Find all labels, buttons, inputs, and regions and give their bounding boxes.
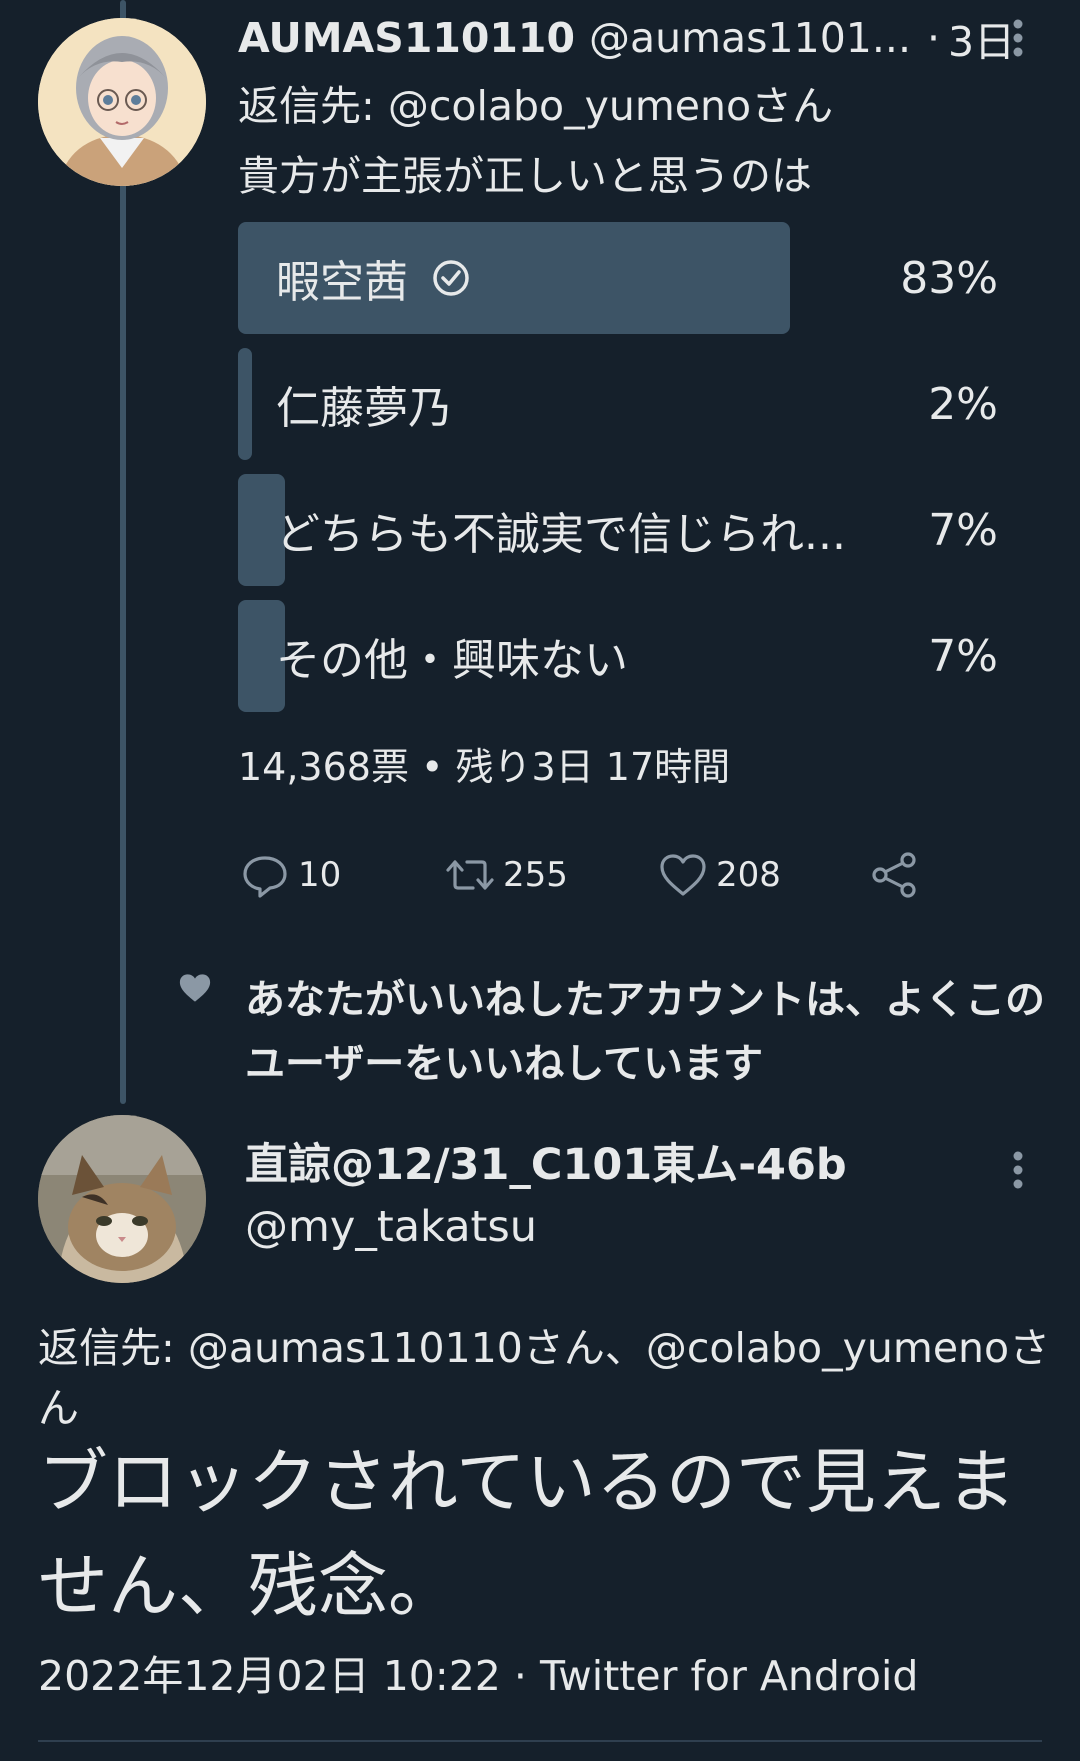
display-name[interactable]: 直諒@12/31_C101東ム-46b bbox=[245, 1130, 847, 1192]
retweet-count: 255 bbox=[503, 855, 568, 895]
separator: · bbox=[513, 1652, 527, 1700]
reply-to[interactable]: 返信先: @aumas110110さん、@colabo_yumenoさん bbox=[38, 1318, 1058, 1438]
reply-icon bbox=[243, 856, 287, 898]
more-options-button[interactable] bbox=[998, 1140, 1038, 1200]
like-button[interactable]: 208 bbox=[658, 845, 781, 905]
share-icon bbox=[872, 852, 916, 898]
more-options-button[interactable] bbox=[998, 8, 1038, 68]
retweet-icon bbox=[446, 860, 494, 890]
tweet-text: ブロックされているので見えません、残念。 bbox=[38, 1441, 1016, 1627]
poll-option-label: その他・興味ない bbox=[276, 635, 628, 686]
separator: · bbox=[926, 14, 941, 62]
share-button[interactable] bbox=[870, 845, 928, 905]
source-app: Twitter for Android bbox=[540, 1652, 919, 1700]
check-circle-icon bbox=[433, 260, 469, 296]
action-bar: 10 255 208 bbox=[240, 845, 940, 905]
heart-icon bbox=[177, 970, 213, 1006]
tweet-text: 貴方が主張が正しいと思うのは bbox=[238, 152, 812, 200]
user-handle[interactable]: @aumas1101... bbox=[589, 14, 911, 62]
poll-bar bbox=[238, 348, 252, 460]
user-handle[interactable]: @my_takatsu bbox=[245, 1202, 537, 1252]
reply-count: 10 bbox=[298, 855, 342, 895]
reply-button[interactable]: 10 bbox=[240, 845, 341, 905]
timestamp[interactable]: 2022年12月02日 10:22 bbox=[38, 1652, 501, 1700]
poll-option[interactable]: その他・興味ない 7% bbox=[238, 600, 998, 712]
poll-meta: 14,368票 • 残り3日 17時間 bbox=[238, 745, 731, 789]
poll-option-label: 暇空茜 bbox=[276, 257, 408, 308]
poll-option[interactable]: どちらも不誠実で信じられ... 7% bbox=[238, 474, 998, 586]
poll-percent: 7% bbox=[928, 630, 998, 682]
avatar[interactable] bbox=[38, 18, 206, 186]
social-context: あなたがいいねしたアカウントは、よくこのユーザーをいいねしています bbox=[245, 977, 1045, 1087]
poll-option-label: どちらも不誠実で信じられ... bbox=[276, 509, 846, 560]
poll-percent: 2% bbox=[928, 378, 998, 430]
poll-option[interactable]: 暇空茜 83% bbox=[238, 222, 998, 334]
poll-option[interactable]: 仁藤夢乃 2% bbox=[238, 348, 998, 460]
retweet-button[interactable]: 255 bbox=[445, 845, 568, 905]
tweet-meta: 2022年12月02日 10:22 · Twitter for Android bbox=[38, 1642, 918, 1702]
divider bbox=[38, 1740, 1042, 1742]
display-name[interactable]: AUMAS110110 bbox=[238, 14, 575, 62]
poll-percent: 83% bbox=[900, 252, 998, 304]
avatar[interactable] bbox=[38, 1115, 206, 1283]
heart-icon bbox=[660, 854, 706, 896]
more-vertical-icon bbox=[1013, 19, 1023, 57]
like-count: 208 bbox=[716, 855, 781, 895]
poll-option-label: 仁藤夢乃 bbox=[276, 383, 452, 434]
more-vertical-icon bbox=[1013, 1151, 1023, 1189]
poll-percent: 7% bbox=[928, 504, 998, 556]
tweet-header: AUMAS110110 @aumas1101... · 3日 bbox=[238, 8, 1015, 68]
reply-to[interactable]: 返信先: @colabo_yumenoさん bbox=[238, 72, 833, 132]
